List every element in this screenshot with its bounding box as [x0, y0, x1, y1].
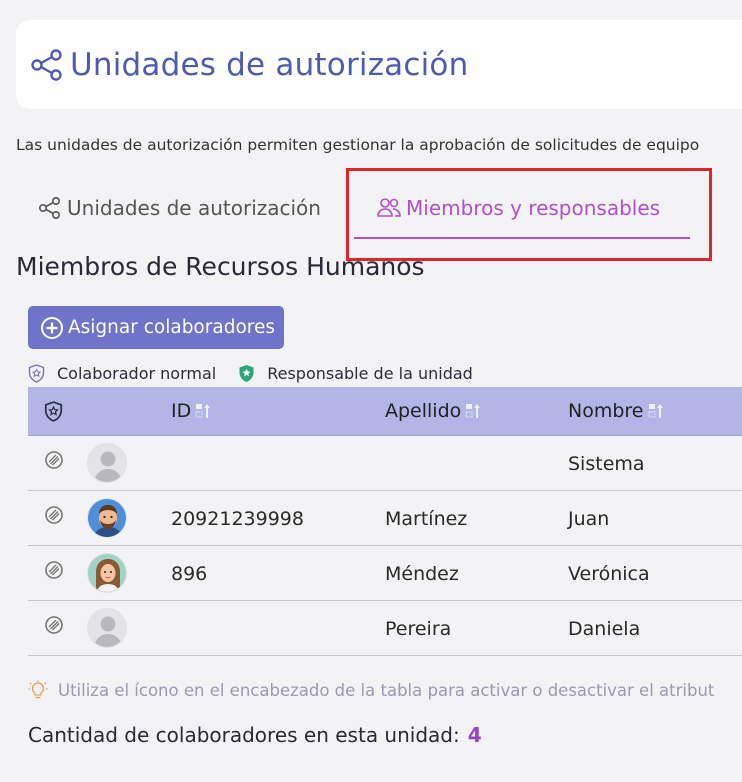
- table-row[interactable]: Sistema: [28, 436, 742, 491]
- role-toggle-icon[interactable]: [44, 560, 64, 580]
- role-toggle-icon[interactable]: [44, 505, 64, 525]
- section-title: Miembros de Recursos Humanos: [16, 252, 425, 281]
- cell-last-name: Pereira: [385, 617, 452, 640]
- legend: Colaborador normal Responsable de la uni…: [28, 362, 495, 384]
- cell-first-name: Juan: [568, 507, 610, 530]
- lightbulb-icon: [28, 680, 48, 699]
- column-header-id[interactable]: ID: [171, 400, 212, 422]
- sort-icon[interactable]: [194, 402, 212, 420]
- sort-icon[interactable]: [464, 402, 482, 420]
- shield-star-icon: [28, 363, 45, 383]
- shield-star-filled-icon: [239, 364, 254, 382]
- cell-first-name: Daniela: [568, 617, 641, 640]
- count-value: 4: [467, 723, 482, 747]
- collaborator-count: Cantidad de colaboradores en esta unidad…: [28, 723, 482, 747]
- column-header-last-name[interactable]: Apellido: [385, 400, 482, 422]
- page-description: Las unidades de autorización permiten ge…: [16, 136, 700, 154]
- tab-members[interactable]: Miembros y responsables: [354, 172, 660, 244]
- sort-icon[interactable]: [647, 402, 665, 420]
- avatar: [87, 553, 127, 593]
- cell-first-name: Sistema: [568, 452, 645, 475]
- role-toggle-icon[interactable]: [44, 450, 64, 470]
- count-label: Cantidad de colaboradores en esta unidad…: [28, 723, 460, 747]
- cell-id: 896: [171, 562, 208, 585]
- cell-id: 20921239998: [171, 507, 304, 530]
- share-nodes-icon: [38, 196, 61, 220]
- table-row[interactable]: Pereira Daniela: [28, 601, 742, 656]
- tip-message: Utiliza el ícono en el encabezado de la …: [28, 680, 742, 700]
- tab-members-label: Miembros y responsables: [406, 196, 661, 220]
- tab-bar: Unidades de autorización Miembros y resp…: [0, 172, 742, 244]
- members-table: ID Apellido Nombre Sistema 20921239998 M…: [28, 387, 742, 656]
- role-toggle-icon[interactable]: [44, 615, 64, 635]
- avatar: [87, 608, 127, 648]
- table-row[interactable]: 20921239998 Martínez Juan: [28, 491, 742, 546]
- active-tab-indicator: [354, 237, 690, 239]
- table-row[interactable]: 896 Méndez Verónica: [28, 546, 742, 601]
- column-header-first-label: Nombre: [568, 400, 644, 422]
- cell-last-name: Méndez: [385, 562, 459, 585]
- avatar: [87, 443, 127, 483]
- role-column-toggle[interactable]: [44, 400, 63, 422]
- plus-circle-icon: [41, 316, 63, 339]
- column-header-first-name[interactable]: Nombre: [568, 400, 665, 422]
- assign-button-label: Asignar colaboradores: [68, 317, 275, 338]
- column-header-id-label: ID: [171, 400, 192, 422]
- page-title: Unidades de autorización: [70, 46, 469, 83]
- assign-collaborators-button[interactable]: Asignar colaboradores: [28, 306, 284, 349]
- legend-responsible: Responsable de la unidad: [238, 364, 473, 383]
- tab-units-label: Unidades de autorización: [67, 196, 321, 220]
- page-header: Unidades de autorización: [16, 20, 742, 109]
- legend-normal: Colaborador normal: [28, 364, 216, 383]
- tab-units[interactable]: Unidades de autorización: [38, 172, 321, 244]
- users-icon: [377, 198, 401, 217]
- table-header: ID Apellido Nombre: [28, 387, 742, 436]
- cell-first-name: Verónica: [568, 562, 650, 585]
- share-nodes-icon: [31, 48, 62, 81]
- legend-responsible-label: Responsable de la unidad: [267, 363, 473, 383]
- legend-normal-label: Colaborador normal: [57, 363, 217, 383]
- avatar: [87, 498, 127, 538]
- shield-star-icon: [44, 400, 63, 422]
- column-header-last-label: Apellido: [385, 400, 462, 422]
- tip-text: Utiliza el ícono en el encabezado de la …: [58, 680, 715, 700]
- cell-last-name: Martínez: [385, 507, 468, 530]
